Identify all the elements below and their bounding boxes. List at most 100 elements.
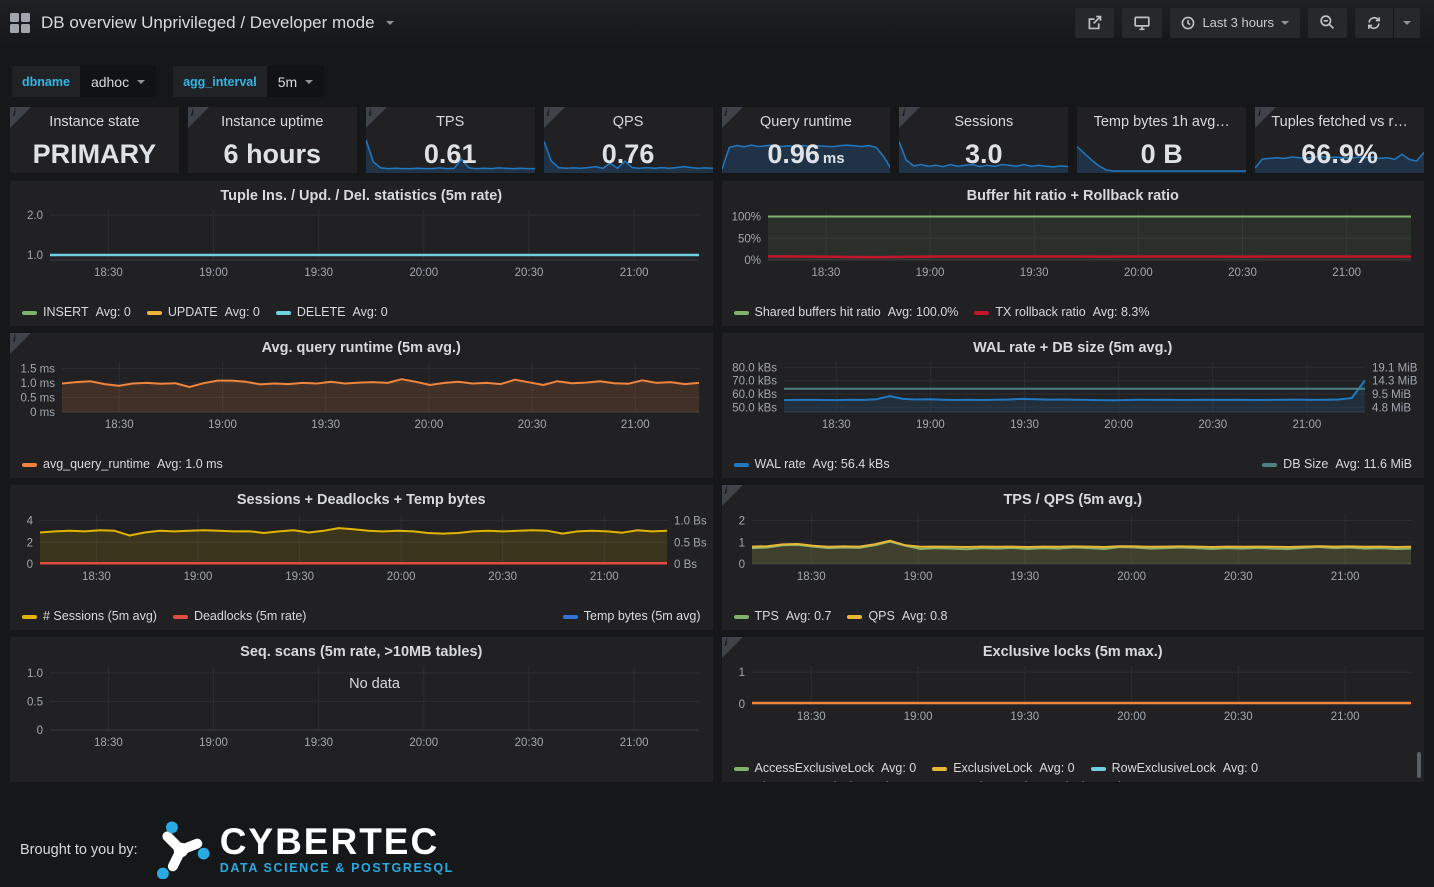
legend-label: ShareRowExclusiveLock: [755, 779, 893, 782]
legend-item[interactable]: UPDATEAvg: 0: [147, 304, 260, 321]
legend-item[interactable]: TX rollback ratioAvg: 8.3%: [974, 304, 1149, 321]
panel-buffer-hit-ratio: Buffer hit ratio + Rollback ratio 18:301…: [722, 181, 1425, 326]
info-icon[interactable]: i: [722, 107, 743, 128]
variable-dbname[interactable]: dbname adhoc: [12, 66, 156, 97]
svg-text:19:30: 19:30: [285, 571, 314, 583]
legend-item[interactable]: INSERTAvg: 0: [22, 304, 131, 321]
legend-item[interactable]: avg_query_runtimeAvg: 1.0 ms: [22, 456, 223, 473]
legend-item[interactable]: RowExclusiveLockAvg: 0: [1091, 760, 1258, 777]
panel-title[interactable]: Exclusive locks (5m max.): [722, 644, 1425, 660]
tuple-statistics-chart[interactable]: 18:3019:0019:3020:0020:3021:002.01.0: [10, 206, 713, 280]
legend-label: WAL rate: [755, 456, 806, 473]
refresh-button[interactable]: [1355, 8, 1394, 38]
info-icon[interactable]: i: [899, 107, 920, 128]
stat-value: 0.61: [366, 139, 535, 170]
legend-item[interactable]: Deadlocks (5m rate): [173, 608, 307, 625]
legend-avg-value: Avg: 0: [225, 304, 260, 321]
legend-item[interactable]: ExclusiveLockAvg: 0: [932, 760, 1074, 777]
stat-value: 66.9%: [1255, 139, 1424, 170]
panel-avg-query-runtime: i Avg. query runtime (5m avg.) 18:3019:0…: [10, 333, 713, 478]
legend-item[interactable]: Temp bytes (5m avg): [563, 608, 701, 625]
info-icon[interactable]: i: [10, 107, 31, 128]
chevron-down-icon: [1281, 21, 1289, 25]
stat-value: 0 B: [1077, 139, 1246, 170]
brought-to-you-by-text: Brought to you by:: [20, 842, 138, 858]
panel-title[interactable]: Query runtime: [722, 114, 891, 130]
svg-text:19:00: 19:00: [184, 571, 213, 583]
legend-avg-value: Avg: 0.8: [902, 608, 948, 625]
legend-label: TX rollback ratio: [995, 304, 1085, 321]
info-icon[interactable]: i: [544, 107, 565, 128]
svg-text:20:00: 20:00: [409, 267, 438, 279]
legend-item[interactable]: Shared buffers hit ratioAvg: 100.0%: [734, 304, 959, 321]
template-variables-bar: dbname adhoc agg_interval 5m: [0, 45, 1434, 107]
legend-item[interactable]: ShareRowExclusiveLockAvg: 0: [734, 779, 935, 782]
panel-title[interactable]: Instance uptime: [188, 114, 357, 130]
tv-mode-button[interactable]: [1122, 8, 1162, 38]
dashboard-grid-icon[interactable]: [10, 13, 30, 33]
avg-query-runtime-chart[interactable]: 18:3019:0019:3020:0020:3021:001.5 ms1.0 …: [10, 358, 713, 432]
time-range-picker[interactable]: Last 3 hours: [1170, 8, 1300, 38]
panel-title[interactable]: TPS: [366, 114, 535, 130]
panel-title[interactable]: Buffer hit ratio + Rollback ratio: [722, 188, 1425, 204]
info-icon[interactable]: i: [10, 333, 31, 354]
svg-text:18:30: 18:30: [811, 267, 840, 279]
legend-label: QPS: [868, 608, 894, 625]
panel-title[interactable]: Avg. query runtime (5m avg.): [10, 340, 713, 356]
svg-text:20:00: 20:00: [1124, 267, 1153, 279]
legend-item[interactable]: QPS Avg: 0.8: [847, 608, 947, 625]
sessions-deadlocks-chart[interactable]: 18:3019:0019:3020:0020:3021:0041.0 Bs20.…: [10, 510, 713, 584]
legend-avg-value: Avg: 11.6 MiB: [1335, 456, 1412, 473]
chevron-down-icon[interactable]: [386, 21, 394, 25]
info-icon[interactable]: i: [188, 107, 209, 128]
legend-item[interactable]: TPSAvg: 0.7: [734, 608, 832, 625]
panel-title[interactable]: Seq. scans (5m rate, >10MB tables): [10, 644, 713, 660]
svg-text:0.5 Bs: 0.5 Bs: [674, 537, 707, 549]
svg-text:20:30: 20:30: [1198, 419, 1227, 431]
panel-title[interactable]: Sessions: [899, 114, 1068, 130]
seq-scans-chart[interactable]: 18:3019:0019:3020:0020:3021:001.00.50No …: [10, 662, 713, 750]
svg-text:50%: 50%: [737, 233, 760, 245]
svg-text:19:30: 19:30: [1010, 571, 1039, 583]
dashboard-title[interactable]: DB overview Unprivileged / Developer mod…: [41, 13, 375, 33]
zoom-out-button[interactable]: [1308, 8, 1347, 38]
panel-title[interactable]: WAL rate + DB size (5m avg.): [722, 340, 1425, 356]
legend-item[interactable]: ShareUpdateExclusiveLockAvg: 0: [950, 779, 1166, 782]
panel-tuple-statistics: Tuple Ins. / Upd. / Del. statistics (5m …: [10, 181, 713, 326]
panel-title[interactable]: Tuples fetched vs r…: [1255, 114, 1424, 130]
info-icon[interactable]: i: [366, 107, 387, 128]
dashboard-footer: Brought to you by: CYBERTEC DATA SCIENCE…: [0, 789, 1434, 879]
search-minus-icon: [1319, 14, 1336, 31]
exclusive-locks-chart[interactable]: 18:3019:0019:3020:0020:3021:0010: [722, 662, 1425, 724]
svg-text:18:30: 18:30: [82, 571, 111, 583]
refresh-interval-dropdown[interactable]: [1394, 8, 1420, 38]
legend-item[interactable]: WAL rateAvg: 56.4 kBs: [734, 456, 890, 473]
svg-text:0 Bs: 0 Bs: [674, 559, 697, 571]
variable-agg-interval[interactable]: agg_interval 5m: [173, 66, 324, 97]
svg-text:21:00: 21:00: [621, 419, 650, 431]
panel-exclusive-locks: i Exclusive locks (5m max.) 18:3019:0019…: [722, 637, 1425, 782]
share-button[interactable]: [1075, 8, 1114, 38]
info-icon[interactable]: i: [722, 637, 743, 658]
tps-qps-chart[interactable]: 18:3019:0019:3020:0020:3021:00210: [722, 510, 1425, 584]
legend-scrollbar[interactable]: [1417, 752, 1421, 778]
info-icon[interactable]: i: [722, 485, 743, 506]
panel-title[interactable]: Instance state: [10, 114, 179, 130]
info-icon[interactable]: i: [1255, 107, 1276, 128]
panel-title[interactable]: TPS / QPS (5m avg.): [722, 492, 1425, 508]
legend-avg-value: Avg: 100.0%: [888, 304, 959, 321]
svg-text:1: 1: [738, 667, 744, 679]
svg-text:19:30: 19:30: [1010, 711, 1039, 723]
wal-rate-db-size-chart[interactable]: 18:3019:0019:3020:0020:3021:0080.0 kBs19…: [722, 358, 1425, 432]
legend-color-swatch: [22, 311, 37, 315]
legend-item[interactable]: DB SizeAvg: 11.6 MiB: [1262, 456, 1412, 473]
legend-item[interactable]: AccessExclusiveLockAvg: 0: [734, 760, 917, 777]
panel-title[interactable]: QPS: [544, 114, 713, 130]
cybertec-logo: CYBERTEC DATA SCIENCE & POSTGRESQL: [152, 821, 454, 879]
buffer-hit-ratio-chart[interactable]: 18:3019:0019:3020:0020:3021:00100%50%0%: [722, 206, 1425, 280]
legend-item[interactable]: # Sessions (5m avg): [22, 608, 157, 625]
panel-title[interactable]: Temp bytes 1h avg…: [1077, 114, 1246, 130]
panel-title[interactable]: Tuple Ins. / Upd. / Del. statistics (5m …: [10, 188, 713, 204]
panel-title[interactable]: Sessions + Deadlocks + Temp bytes: [10, 492, 713, 508]
legend-item[interactable]: DELETEAvg: 0: [276, 304, 388, 321]
